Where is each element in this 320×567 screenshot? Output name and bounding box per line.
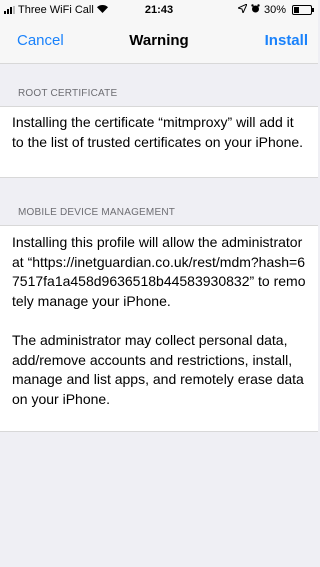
mdm-header: MOBILE DEVICE MANAGEMENT xyxy=(18,207,176,218)
battery-icon xyxy=(292,5,314,15)
alarm-icon xyxy=(251,4,260,16)
install-button[interactable]: Install xyxy=(265,32,308,49)
root-certificate-header: ROOT CERTIFICATE xyxy=(18,88,118,99)
mdm-card: Installing this profile will allow the a… xyxy=(0,225,318,432)
status-bar: Three WiFi Call 21:43 30% xyxy=(0,0,318,20)
root-certificate-text: Installing the certificate “mitmproxy” w… xyxy=(12,114,304,150)
navigation-bar: Cancel Warning Install xyxy=(0,20,318,64)
mdm-text-2: The administrator may collect personal d… xyxy=(12,332,304,407)
battery-fill xyxy=(294,7,299,13)
mdm-text-1: Installing this profile will allow the a… xyxy=(12,234,306,309)
location-icon xyxy=(236,3,248,16)
status-right: 30% xyxy=(236,3,314,16)
battery-percent: 30% xyxy=(263,4,286,16)
root-certificate-card: Installing the certificate “mitmproxy” w… xyxy=(0,106,318,178)
